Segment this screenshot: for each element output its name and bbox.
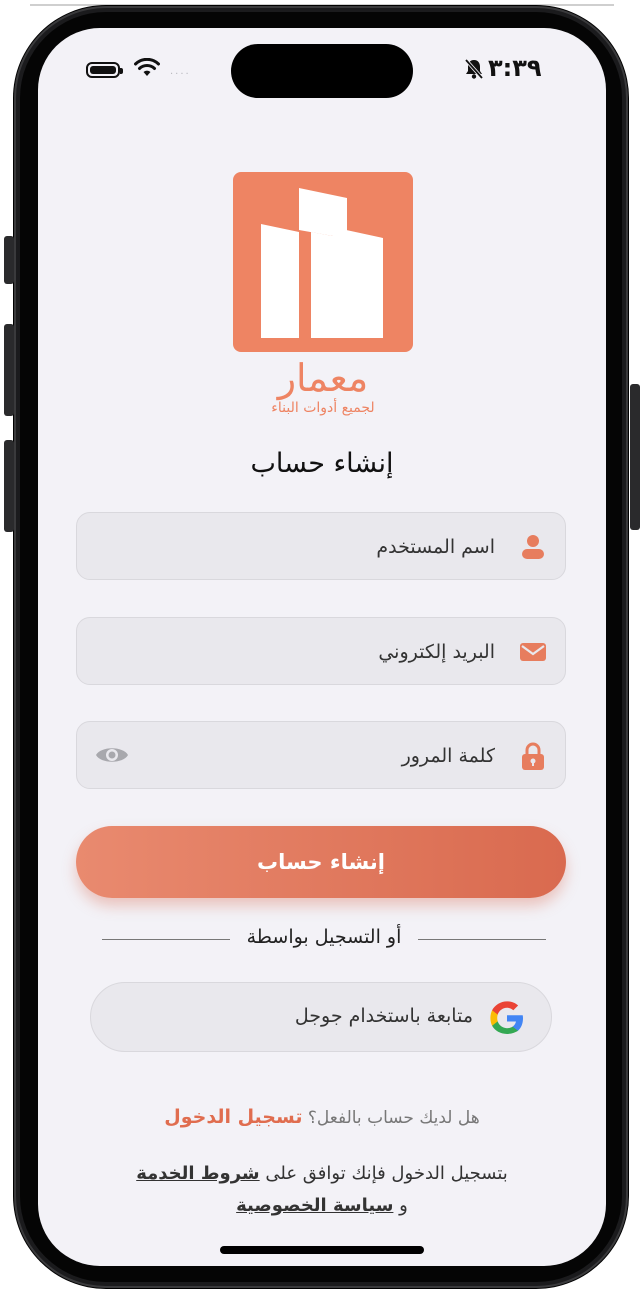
google-icon	[490, 1001, 523, 1034]
buildings-icon	[261, 188, 383, 338]
terms-notice: بتسجيل الدخول فإنك توافق على شروط الخدمة…	[98, 1158, 546, 1222]
app-screen: .... ٣:٣٩ معمار لجميع أدوات البناء إنشاء…	[38, 28, 606, 1266]
battery-icon	[86, 62, 123, 78]
brand-tagline: لجميع أدوات البناء	[271, 400, 375, 416]
login-prompt: هل لديك حساب بالفعل؟	[307, 1108, 480, 1128]
privacy-policy-link[interactable]: سياسة الخصوصية	[236, 1195, 393, 1216]
power-button	[630, 384, 640, 530]
app-logo	[233, 172, 413, 352]
divider-line-left	[102, 939, 230, 940]
user-icon	[522, 535, 544, 559]
home-indicator[interactable]	[220, 1246, 424, 1254]
password-input[interactable]	[133, 722, 497, 790]
divider: أو التسجيل بواسطة	[102, 926, 546, 952]
status-time: ٣:٣٩	[488, 54, 542, 82]
envelope-icon	[520, 643, 546, 661]
dynamic-island	[231, 44, 413, 98]
username-field[interactable]	[76, 512, 566, 581]
login-prompt-line: هل لديك حساب بالفعل؟ تسجيل الدخول	[38, 1106, 606, 1128]
bell-slash-icon	[464, 58, 484, 80]
divider-text: أو التسجيل بواسطة	[246, 926, 402, 948]
create-account-button[interactable]: إنشاء حساب	[76, 826, 566, 898]
volume-down-button	[4, 440, 14, 532]
login-link[interactable]: تسجيل الدخول	[164, 1106, 302, 1128]
volume-up-button	[4, 324, 14, 416]
wifi-icon	[134, 58, 160, 76]
action-button	[4, 236, 14, 284]
divider-line-right	[418, 939, 546, 940]
email-input[interactable]	[133, 618, 497, 686]
email-field[interactable]	[76, 617, 566, 686]
eye-icon[interactable]	[95, 742, 129, 768]
page-title: إنشاء حساب	[250, 448, 394, 479]
lock-icon	[522, 742, 544, 770]
google-button-label: متابعة باستخدام جوجل	[294, 1005, 473, 1027]
brand-name: معمار	[277, 356, 369, 400]
username-input[interactable]	[133, 513, 497, 581]
password-field[interactable]	[76, 721, 566, 790]
terms-conjunction: و	[399, 1195, 408, 1216]
terms-of-service-link[interactable]: شروط الخدمة	[136, 1163, 259, 1184]
google-signin-button[interactable]: متابعة باستخدام جوجل	[90, 982, 552, 1052]
signal-indicator: ....	[170, 66, 191, 77]
terms-prefix: بتسجيل الدخول فإنك توافق على	[265, 1163, 508, 1184]
